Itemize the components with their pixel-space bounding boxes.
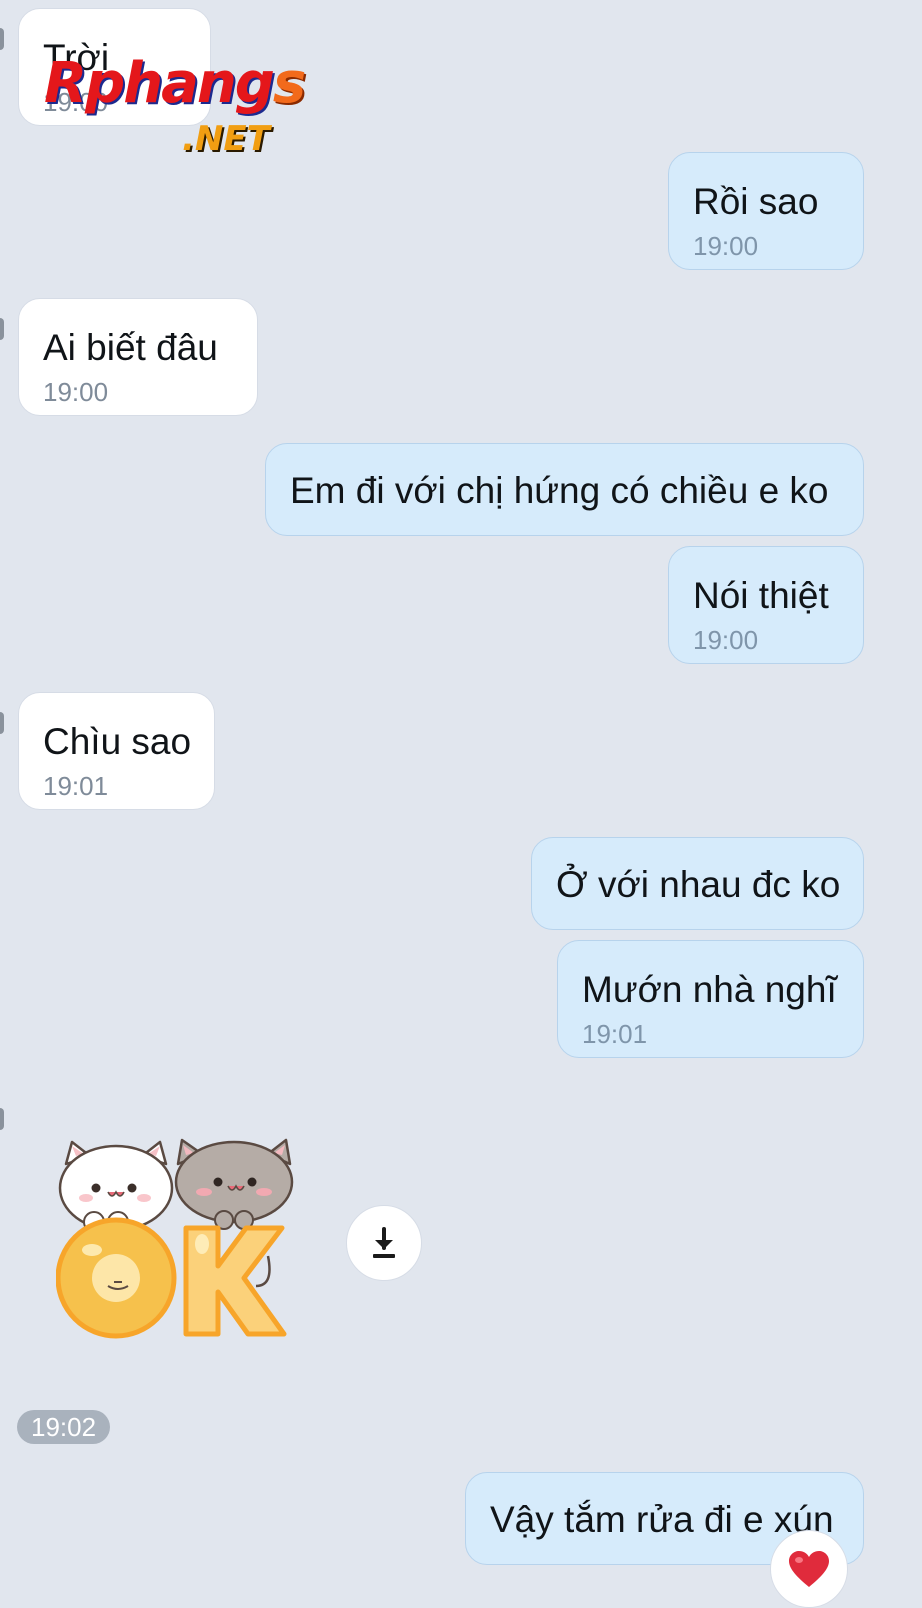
message-text: Vậy tắm rửa đi e xún: [490, 1499, 834, 1540]
reaction-button[interactable]: [770, 1530, 848, 1608]
message-text: Ở với nhau đc ko: [556, 864, 841, 905]
download-sticker-button[interactable]: [346, 1205, 422, 1281]
message-incoming[interactable]: Chìu sao 19:01: [18, 692, 215, 810]
message-text: Nói thiệt: [693, 575, 829, 616]
message-text: Ai biết đâu: [43, 327, 218, 368]
sender-avatar-edge: [0, 28, 4, 50]
watermark-domain: .NET: [182, 119, 270, 159]
message-text: Em đi với chị hứng có chiều e ko: [290, 470, 829, 511]
message-time: 19:00: [43, 377, 109, 407]
letter-o: [55, 1217, 177, 1339]
message-text: Chìu sao: [43, 721, 192, 762]
watermark-logo: Rphangs .NET: [44, 56, 324, 166]
message-time: 19:00: [693, 625, 759, 655]
message-outgoing[interactable]: Em đi với chị hứng có chiều e ko: [265, 443, 864, 536]
message-outgoing[interactable]: Mướn nhà nghĩ 19:01: [557, 940, 864, 1058]
sender-avatar-edge: [0, 712, 4, 734]
message-outgoing[interactable]: Ở với nhau đc ko: [531, 837, 864, 930]
sender-avatar-edge: [0, 1108, 4, 1130]
message-text: Rồi sao: [693, 181, 819, 222]
message-time: 19:00: [693, 231, 759, 261]
sender-avatar-edge: [0, 318, 4, 340]
message-time: 19:01: [582, 1019, 648, 1049]
sticker-message[interactable]: [55, 1136, 296, 1346]
letter-k: [183, 1225, 287, 1337]
sticker-time: 19:02: [17, 1410, 111, 1444]
cat-ok-sticker: [55, 1138, 294, 1339]
message-time: 19:01: [43, 771, 109, 801]
message-incoming[interactable]: Ai biết đâu 19:00: [18, 298, 258, 416]
watermark-text: Rphangs: [44, 51, 306, 116]
message-text: Mướn nhà nghĩ: [582, 969, 837, 1010]
download-icon: [373, 1227, 395, 1258]
heart-icon: [789, 1551, 829, 1587]
chat-conversation: Trời 19:00 Rphangs .NET Rồi sao 19:00 Ai…: [0, 0, 922, 1608]
message-outgoing[interactable]: Rồi sao 19:00: [668, 152, 864, 270]
message-outgoing[interactable]: Nói thiệt 19:00: [668, 546, 864, 664]
